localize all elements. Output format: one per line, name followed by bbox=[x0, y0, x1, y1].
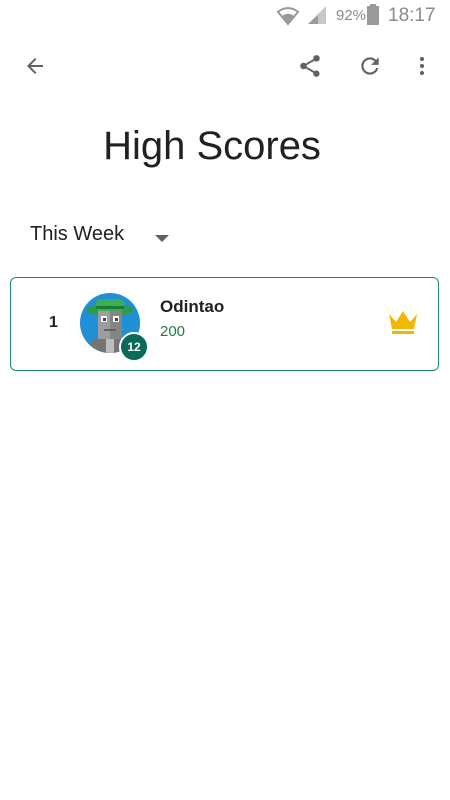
dropdown-arrow-icon bbox=[155, 230, 169, 248]
page-title: High Scores bbox=[103, 124, 321, 168]
overflow-menu-button[interactable] bbox=[402, 48, 442, 88]
rank-number: 1 bbox=[49, 314, 58, 331]
status-bar: 92% 18:17 bbox=[0, 0, 450, 32]
more-vert-icon bbox=[410, 54, 434, 83]
leaderboard-row[interactable]: 1 12 Odintao 200 bbox=[10, 277, 439, 371]
signal-icon bbox=[306, 4, 328, 31]
arrow-back-icon bbox=[23, 54, 47, 83]
player-score: 200 bbox=[160, 323, 186, 340]
player-level-badge: 12 bbox=[119, 332, 149, 362]
refresh-button[interactable] bbox=[350, 48, 390, 88]
battery-icon bbox=[367, 4, 379, 31]
time-filter-label: This Week bbox=[30, 222, 125, 245]
battery-percent: 92% bbox=[336, 7, 367, 24]
player-name: Odintao bbox=[160, 297, 225, 316]
refresh-icon bbox=[357, 53, 383, 84]
share-button[interactable] bbox=[290, 48, 330, 88]
toolbar bbox=[0, 40, 450, 96]
wifi-icon bbox=[276, 4, 300, 31]
crown-icon bbox=[387, 308, 419, 341]
share-icon bbox=[297, 53, 323, 84]
back-button[interactable] bbox=[15, 48, 55, 88]
clock: 18:17 bbox=[388, 5, 436, 26]
time-filter-dropdown[interactable]: This Week bbox=[30, 216, 190, 252]
